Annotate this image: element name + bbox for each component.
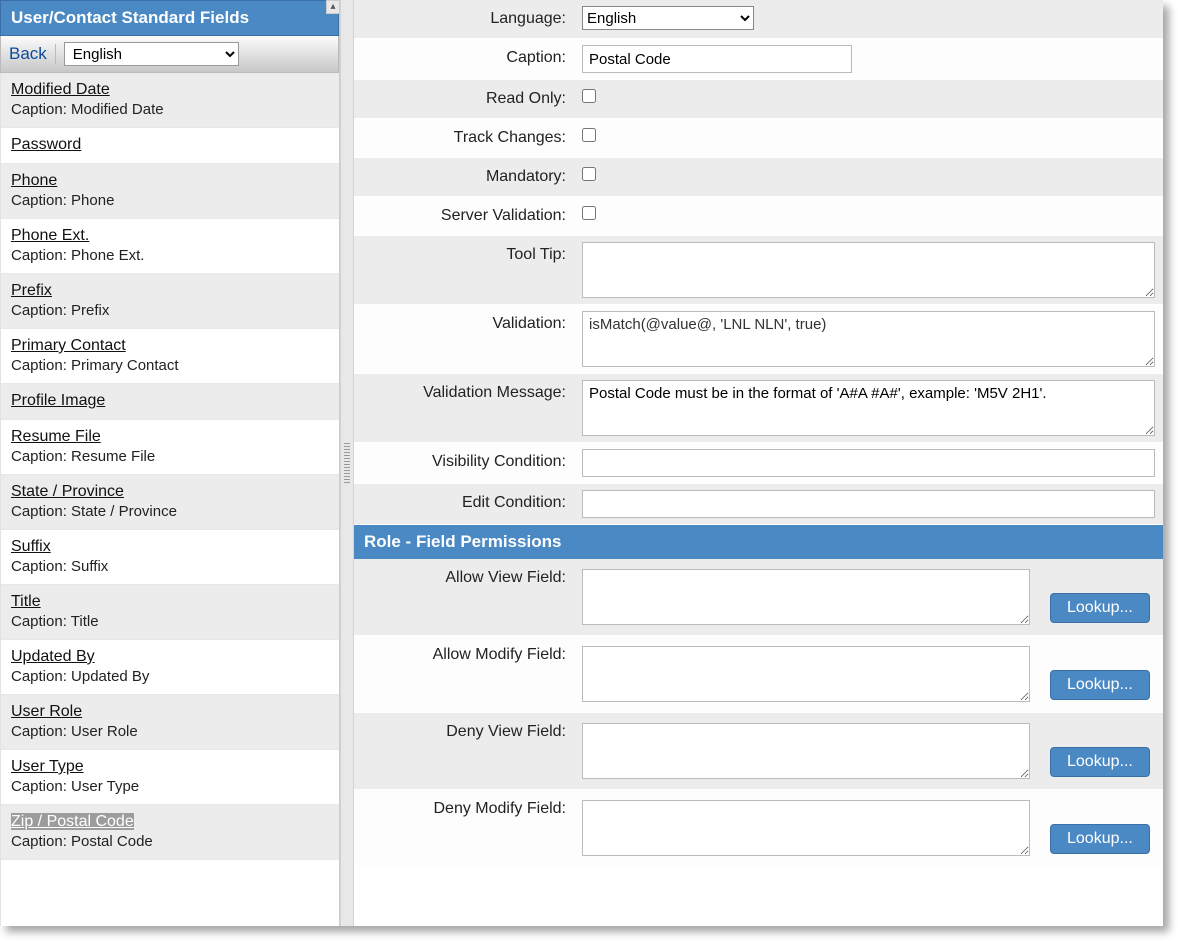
validation-msg-textarea[interactable] (582, 380, 1155, 436)
field-name: Updated By (11, 648, 95, 665)
field-item[interactable]: Title Caption: Title (1, 585, 339, 640)
field-item[interactable]: Modified Date Caption: Modified Date (1, 73, 339, 128)
field-name: Suffix (11, 538, 51, 555)
field-caption: Caption: Suffix (11, 558, 329, 575)
back-button[interactable]: Back (9, 44, 56, 64)
field-item[interactable]: Profile Image (1, 384, 339, 420)
field-caption: Caption: Postal Code (11, 833, 329, 850)
sidebar-toolbar: Back English (0, 36, 339, 73)
field-item[interactable]: Zip / Postal Code Caption: Postal Code (1, 805, 339, 860)
field-name: State / Province (11, 483, 124, 500)
field-caption: Caption: Updated By (11, 668, 329, 685)
field-caption: Caption: State / Province (11, 503, 329, 520)
readonly-checkbox[interactable] (582, 89, 596, 103)
field-item[interactable]: State / Province Caption: State / Provinc… (1, 475, 339, 530)
scroll-up-icon[interactable]: ▴ (326, 0, 340, 14)
deny-view-textarea[interactable] (582, 723, 1030, 779)
allow-view-textarea[interactable] (582, 569, 1030, 625)
field-item[interactable]: Prefix Caption: Prefix (1, 274, 339, 329)
tooltip-textarea[interactable] (582, 242, 1155, 298)
field-item[interactable]: Phone Ext. Caption: Phone Ext. (1, 219, 339, 274)
language-select[interactable]: English (582, 6, 754, 30)
caption-input[interactable] (582, 45, 852, 73)
permissions-header: Role - Field Permissions (354, 525, 1163, 559)
field-item[interactable]: Suffix Caption: Suffix (1, 530, 339, 585)
mandatory-checkbox[interactable] (582, 167, 596, 181)
field-caption: Caption: User Type (11, 778, 329, 795)
splitter[interactable] (340, 0, 354, 926)
allow-modify-label: Allow Modify Field: (354, 636, 574, 712)
field-name: Modified Date (11, 81, 110, 98)
field-name: Resume File (11, 428, 101, 445)
deny-modify-textarea[interactable] (582, 800, 1030, 856)
field-name: User Type (11, 758, 84, 775)
allow-modify-textarea[interactable] (582, 646, 1030, 702)
visibility-input[interactable] (582, 449, 1155, 477)
main-panel: Language: English Caption: Read Only: Tr… (354, 0, 1163, 926)
splitter-handle-icon (344, 443, 350, 483)
deny-view-label: Deny View Field: (354, 713, 574, 789)
field-caption: Caption: Modified Date (11, 101, 329, 118)
edit-label: Edit Condition: (354, 484, 574, 524)
sidebar: User/Contact Standard Fields Back Englis… (0, 0, 340, 926)
server-label: Server Validation: (354, 197, 574, 235)
field-item[interactable]: User Type Caption: User Type (1, 750, 339, 805)
allow-view-label: Allow View Field: (354, 559, 574, 635)
field-name: Primary Contact (11, 337, 126, 354)
field-caption: Caption: Phone (11, 192, 329, 209)
validation-textarea[interactable]: isMatch(@value@, 'LNL NLN', true) (582, 311, 1155, 367)
readonly-label: Read Only: (354, 80, 574, 118)
field-item[interactable]: Password (1, 128, 339, 164)
allow-modify-lookup-button[interactable]: Lookup... (1050, 670, 1150, 700)
track-checkbox[interactable] (582, 128, 596, 142)
field-caption: Caption: Resume File (11, 448, 329, 465)
field-item[interactable]: Phone Caption: Phone (1, 164, 339, 219)
field-item[interactable]: Updated By Caption: Updated By (1, 640, 339, 695)
field-item[interactable]: User Role Caption: User Role (1, 695, 339, 750)
field-name: Zip / Postal Code (11, 813, 134, 830)
field-item[interactable]: Primary Contact Caption: Primary Contact (1, 329, 339, 384)
mandatory-label: Mandatory: (354, 158, 574, 196)
field-name: Phone (11, 172, 57, 189)
edit-input[interactable] (582, 490, 1155, 518)
tooltip-label: Tool Tip: (354, 236, 574, 304)
field-caption: Caption: Title (11, 613, 329, 630)
server-checkbox[interactable] (582, 206, 596, 220)
field-name: Password (11, 136, 81, 153)
field-caption: Caption: Primary Contact (11, 357, 329, 374)
field-name: Phone Ext. (11, 227, 89, 244)
sidebar-language-select[interactable]: English (64, 42, 239, 66)
field-caption: Caption: Phone Ext. (11, 247, 329, 264)
deny-view-lookup-button[interactable]: Lookup... (1050, 747, 1150, 777)
field-item[interactable]: Resume File Caption: Resume File (1, 420, 339, 475)
field-name: User Role (11, 703, 82, 720)
language-label: Language: (354, 0, 574, 38)
track-label: Track Changes: (354, 119, 574, 157)
field-list[interactable]: Modified Date Caption: Modified Date Passw… (0, 73, 339, 926)
field-name: Profile Image (11, 392, 105, 409)
deny-modify-label: Deny Modify Field: (354, 790, 574, 866)
validation-label: Validation: (354, 305, 574, 373)
field-caption: Caption: User Role (11, 723, 329, 740)
validation-msg-label: Validation Message: (354, 374, 574, 442)
field-name: Title (11, 593, 41, 610)
field-caption: Caption: Prefix (11, 302, 329, 319)
caption-label: Caption: (354, 39, 574, 79)
deny-modify-lookup-button[interactable]: Lookup... (1050, 824, 1150, 854)
sidebar-title: User/Contact Standard Fields (0, 0, 339, 36)
allow-view-lookup-button[interactable]: Lookup... (1050, 593, 1150, 623)
field-name: Prefix (11, 282, 52, 299)
visibility-label: Visibility Condition: (354, 443, 574, 483)
